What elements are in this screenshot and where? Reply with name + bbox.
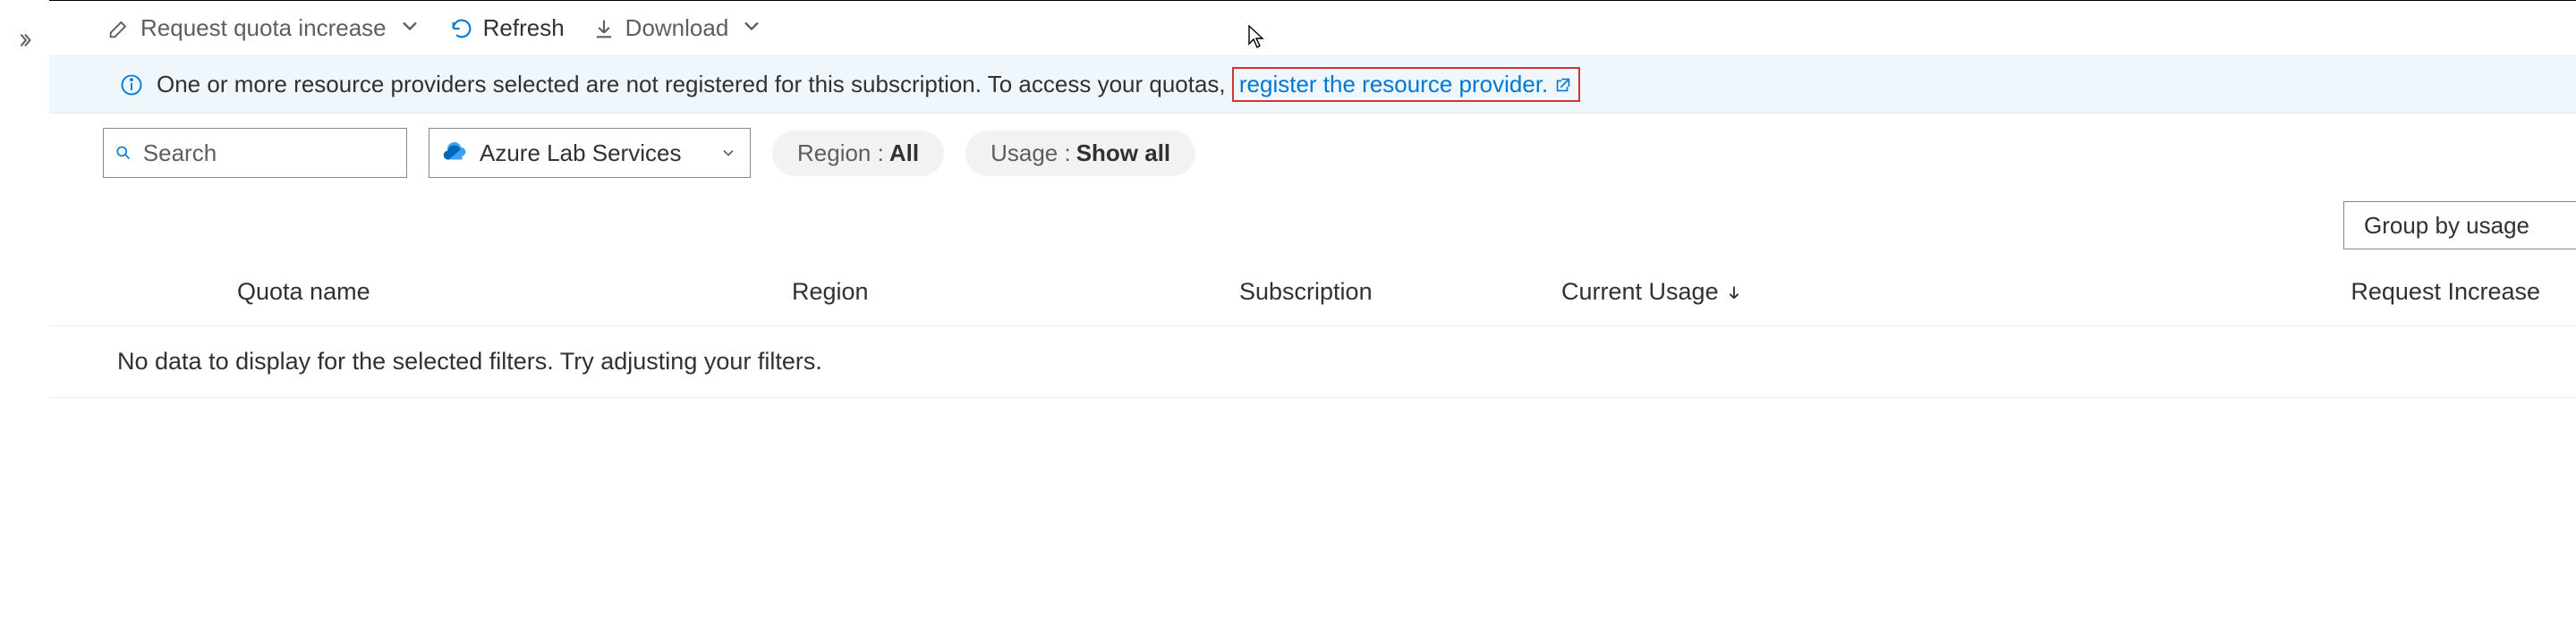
col-label: Current Usage bbox=[1561, 278, 1719, 306]
group-by-dropdown[interactable]: Group by usage bbox=[2343, 201, 2576, 249]
download-button[interactable]: Download bbox=[591, 13, 765, 43]
chevron-down-icon bbox=[719, 144, 737, 162]
pill-value: All bbox=[889, 139, 919, 167]
col-region[interactable]: Region bbox=[792, 278, 1239, 306]
edit-icon bbox=[106, 16, 132, 41]
toolbar-label: Download bbox=[625, 14, 729, 42]
request-quota-increase-button[interactable]: Request quota increase bbox=[106, 13, 422, 43]
banner-message: One or more resource providers selected … bbox=[157, 71, 1232, 97]
pill-value: Show all bbox=[1076, 139, 1170, 167]
cloud-icon bbox=[442, 139, 469, 166]
external-link-icon bbox=[1553, 75, 1573, 95]
pill-label: Region : bbox=[797, 139, 884, 167]
info-banner: One or more resource providers selected … bbox=[49, 56, 2576, 114]
register-provider-link[interactable]: register the resource provider. bbox=[1232, 67, 1580, 102]
main-content: Request quota increase Refresh Download bbox=[49, 0, 2576, 633]
toolbar-label: Request quota increase bbox=[140, 14, 387, 42]
chevron-right-icon bbox=[15, 30, 35, 55]
refresh-icon bbox=[449, 16, 474, 41]
col-current-usage[interactable]: Current Usage bbox=[1561, 278, 2290, 306]
refresh-button[interactable]: Refresh bbox=[449, 14, 565, 42]
usage-filter[interactable]: Usage : Show all bbox=[965, 131, 1195, 176]
col-request-increase[interactable]: Request Increase bbox=[2290, 278, 2576, 306]
search-field[interactable] bbox=[143, 139, 395, 167]
toolbar: Request quota increase Refresh Download bbox=[49, 1, 2576, 56]
provider-label: Azure Lab Services bbox=[480, 139, 709, 167]
filters-row: Azure Lab Services Region : All Usage : … bbox=[49, 114, 2576, 192]
toolbar-label: Refresh bbox=[483, 14, 565, 42]
sidebar-expand-button[interactable] bbox=[0, 0, 49, 633]
download-icon bbox=[591, 16, 616, 41]
col-quota-name[interactable]: Quota name bbox=[237, 278, 792, 306]
group-by-label: Group by usage bbox=[2364, 212, 2529, 240]
banner-link-text: register the resource provider. bbox=[1239, 71, 1548, 98]
search-input[interactable] bbox=[103, 128, 407, 178]
chevron-down-icon bbox=[397, 13, 422, 43]
sort-down-icon bbox=[1724, 283, 1744, 302]
empty-state: No data to display for the selected filt… bbox=[49, 326, 2576, 398]
chevron-down-icon bbox=[739, 13, 764, 43]
banner-text: One or more resource providers selected … bbox=[157, 67, 1580, 102]
region-filter[interactable]: Region : All bbox=[772, 131, 944, 176]
info-icon bbox=[119, 72, 144, 97]
pill-label: Usage : bbox=[990, 139, 1071, 167]
search-icon bbox=[115, 143, 132, 163]
group-by-bar: Group by usage bbox=[49, 192, 2576, 258]
col-subscription[interactable]: Subscription bbox=[1239, 278, 1561, 306]
provider-dropdown[interactable]: Azure Lab Services bbox=[429, 128, 751, 178]
table-header: Quota name Region Subscription Current U… bbox=[49, 258, 2576, 326]
